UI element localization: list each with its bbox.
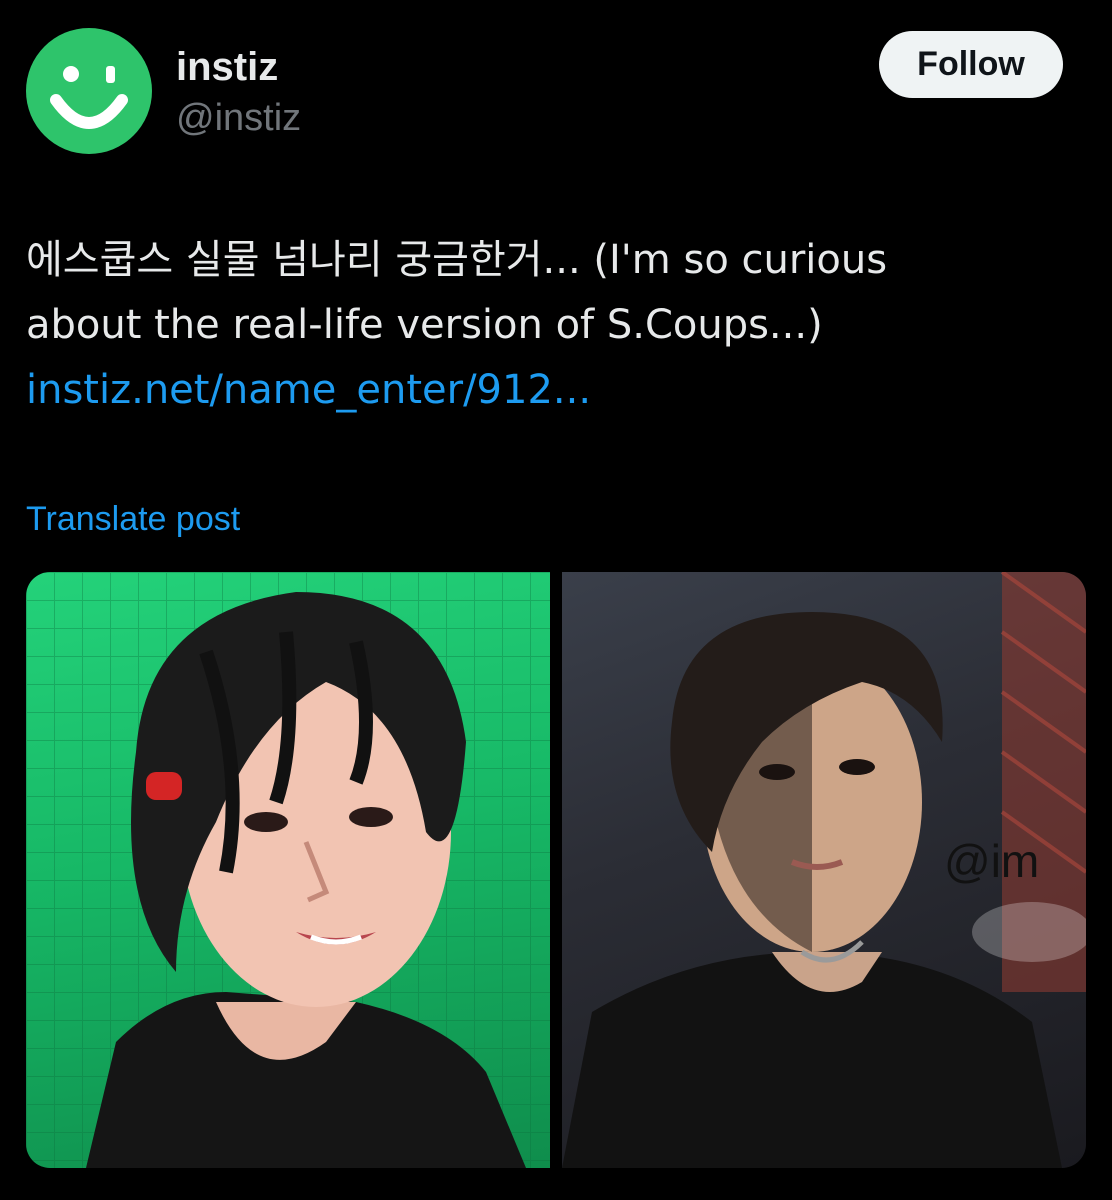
smiley-logo-icon — [50, 66, 128, 129]
photo-right[interactable]: @im — [562, 572, 1086, 1168]
author-display-name[interactable]: instiz — [176, 44, 278, 90]
portrait-image-left — [26, 572, 550, 1168]
follow-button[interactable]: Follow — [879, 31, 1063, 98]
post-link[interactable]: instiz.net/name_enter/912... — [26, 367, 591, 413]
image-watermark: @im — [944, 835, 1040, 887]
post-text-line: about the real-life version of S.Coups..… — [26, 302, 823, 348]
post-body: 에스쿱스 실물 넘나리 궁금한거... (I'm so curious abou… — [26, 228, 1086, 423]
media-grid: @im — [26, 572, 1086, 1168]
avatar[interactable] — [26, 28, 152, 154]
post-header: instiz @instiz Follow — [0, 0, 1112, 170]
author-handle[interactable]: @instiz — [176, 96, 301, 140]
post-text-line: 에스쿱스 실물 넘나리 궁금한거... (I'm so curious — [26, 237, 888, 283]
translate-post-link[interactable]: Translate post — [26, 498, 240, 540]
photo-left[interactable] — [26, 572, 550, 1168]
